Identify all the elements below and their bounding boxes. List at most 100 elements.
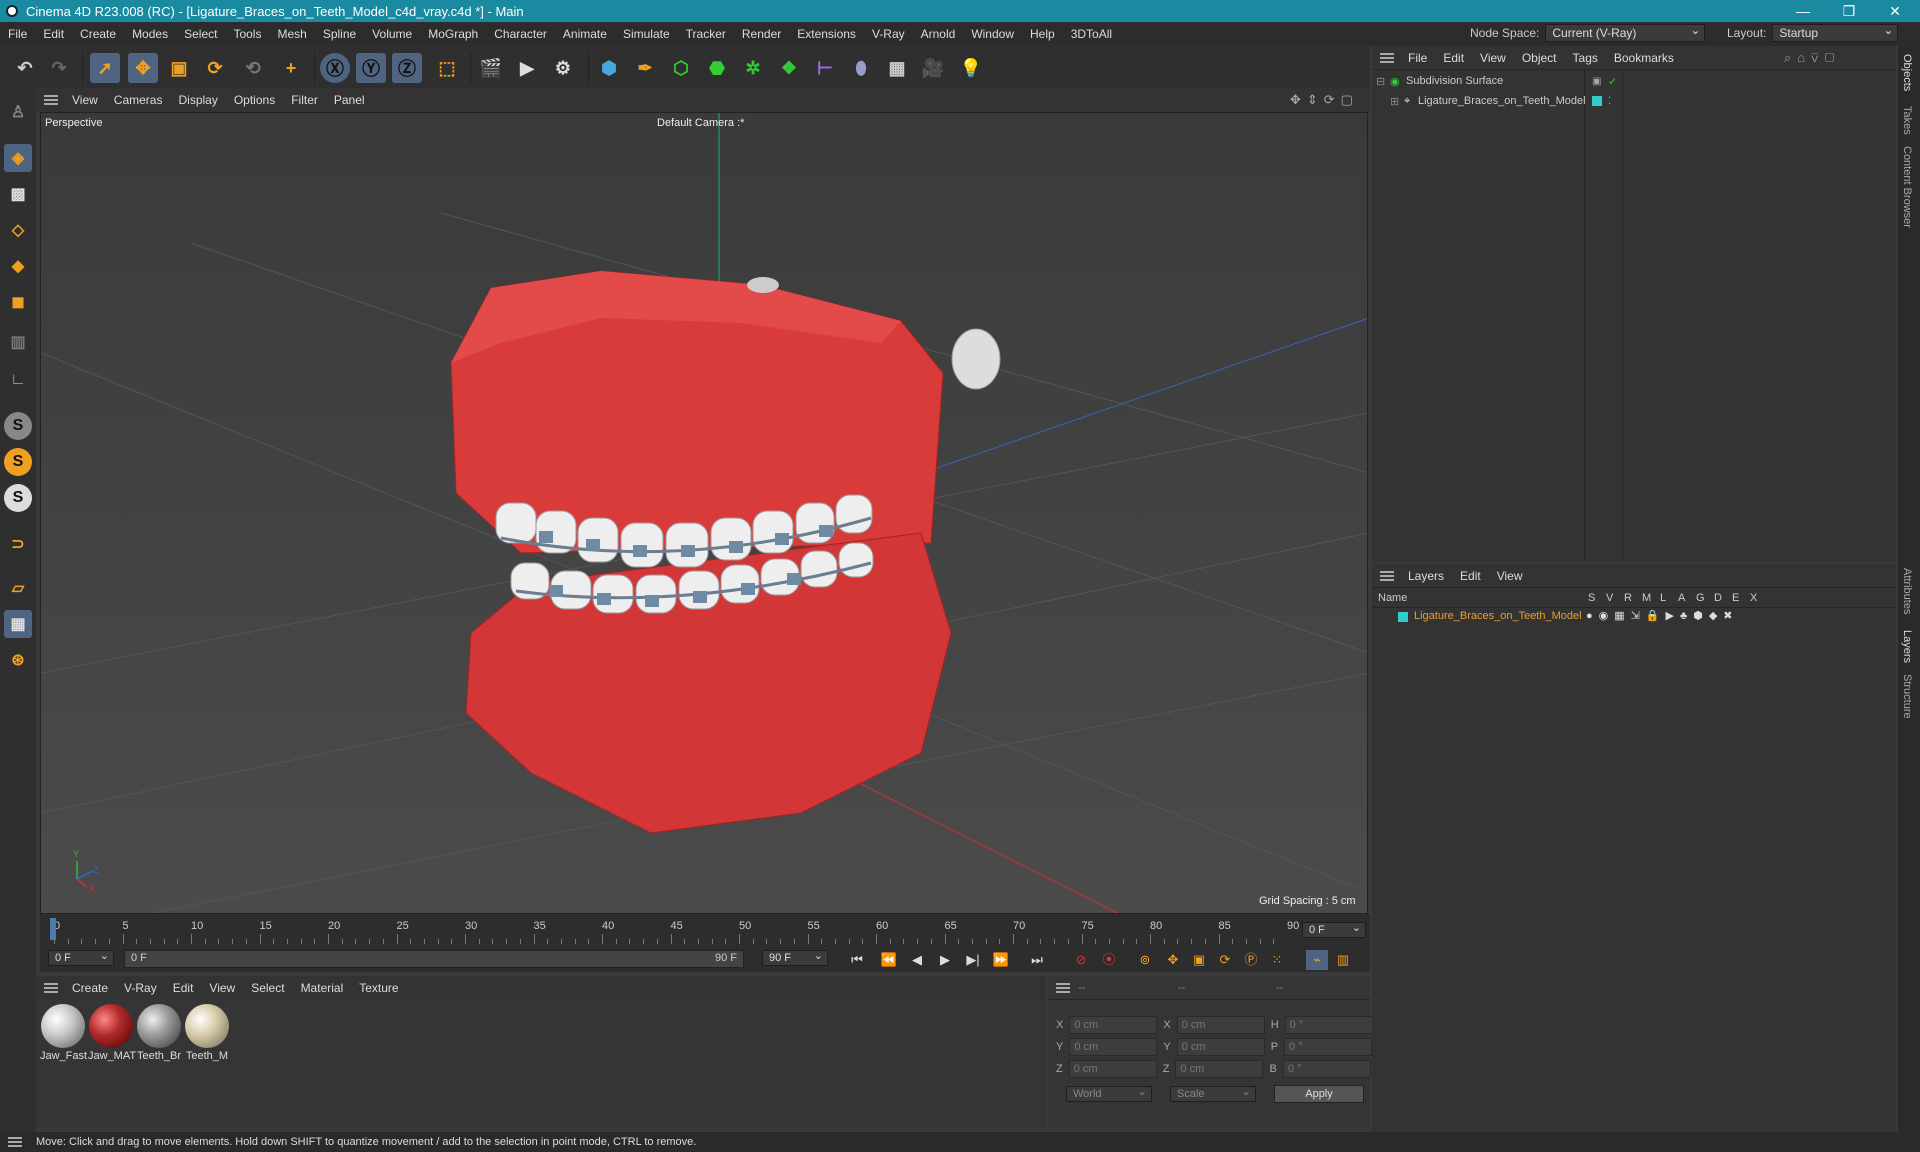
make-editable-icon[interactable]: ♙ [4,98,32,126]
menu-mesh[interactable]: Mesh [269,27,314,41]
start-frame-field[interactable]: 0 F [48,949,114,966]
tab-content-browser[interactable]: Content Browser [1901,146,1913,228]
object-row[interactable]: ⊞ ⌖ Ligature_Braces_on_Teeth_Model ⁚ [1390,92,1886,110]
object-row[interactable]: ⊟ ◉ Subdivision Surface ▣ ✓ [1376,72,1886,90]
edges-mode-icon[interactable]: ◆ [4,252,32,280]
object-menu-view[interactable]: View [1472,51,1514,65]
redo-icon[interactable]: ↷ [44,53,74,83]
menu-arnold[interactable]: Arnold [913,27,964,41]
material-swatch[interactable]: Teeth_Br [136,1004,182,1062]
previous-frame-icon[interactable]: ◀ [906,950,928,970]
object-menu-bookmarks[interactable]: Bookmarks [1606,51,1682,65]
cube-primitive-icon[interactable]: ⬢ [594,53,624,83]
key-scale-icon[interactable]: ▣ [1188,950,1210,970]
extrude-generator-icon[interactable]: ⬣ [702,53,732,83]
menu-edit[interactable]: Edit [35,27,72,41]
object-menu-edit[interactable]: Edit [1435,51,1472,65]
3d-viewport[interactable]: Perspective Default Camera :* Grid Spaci… [40,112,1368,914]
object-menu-object[interactable]: Object [1514,51,1565,65]
menu-simulate[interactable]: Simulate [615,27,678,41]
material-menu-material[interactable]: Material [293,981,352,995]
key-position-icon[interactable]: ✥ [1162,950,1184,970]
record-keys-icon[interactable]: ⊘ [1070,950,1092,970]
axis-mode-icon[interactable]: ∟ [4,366,32,394]
restore-button[interactable]: ❐ [1828,0,1870,22]
menu-select[interactable]: Select [176,27,225,41]
next-key-icon[interactable]: ⏩ [990,950,1012,970]
z-axis-lock-icon[interactable]: Ⓩ [392,53,422,83]
go-to-start-icon[interactable]: ⏮ [846,950,868,970]
material-menu-icon[interactable] [44,983,58,993]
material-menu-select[interactable]: Select [243,981,292,995]
tab-structure[interactable]: Structure [1901,674,1913,719]
object-menu-file[interactable]: File [1400,51,1435,65]
layer-color-swatch[interactable] [1398,612,1408,622]
tab-objects[interactable]: Objects [1901,54,1913,91]
menu-spline[interactable]: Spline [315,27,364,41]
layer-menu-edit[interactable]: Edit [1452,569,1489,583]
object-menu-icon[interactable] [1380,52,1394,63]
size-x-field[interactable]: 0 cm [1176,1016,1265,1034]
layer-color-tag[interactable] [1592,96,1602,106]
status-menu-icon[interactable] [8,1137,22,1147]
expand-icon[interactable]: ⊞ [1390,95,1404,108]
menu-help[interactable]: Help [1022,27,1063,41]
playhead[interactable] [50,918,56,940]
coordinates-menu-icon[interactable] [1056,982,1070,993]
menu-tracker[interactable]: Tracker [678,27,734,41]
menu-vray[interactable]: V-Ray [864,27,913,41]
frame-range-slider[interactable]: 0 F 90 F [124,950,744,968]
object-toolbar-icons[interactable]: ⌕⌂⊽▢ [1784,50,1840,66]
layer-menu-icon[interactable] [1380,570,1394,581]
menu-render[interactable]: Render [734,27,789,41]
menu-character[interactable]: Character [486,27,555,41]
enabled-check-icon[interactable]: ✓ [1608,75,1617,88]
close-button[interactable]: ✕ [1874,0,1916,22]
object-name[interactable]: Ligature_Braces_on_Teeth_Model [1418,95,1586,107]
material-menu-edit[interactable]: Edit [165,981,202,995]
material-swatch[interactable]: Jaw_Fast [40,1004,87,1062]
y-axis-lock-icon[interactable]: Ⓨ [356,53,386,83]
timeline-ruler[interactable]: 0 5 10 15 20 25 30 35 40 45 50 55 60 65 70 75 80 85 90 0 F [40,914,1370,948]
material-swatch[interactable]: Jaw_MAT [88,1004,136,1062]
layer-menu-view[interactable]: View [1489,569,1531,583]
tab-layers[interactable]: Layers [1901,630,1913,663]
snap-mode-icon[interactable]: S [4,484,32,512]
scale-tool-icon[interactable]: ▣ [164,53,194,83]
menu-3dtoall[interactable]: 3DToAll [1063,27,1120,41]
mograph-cloner-icon[interactable]: ✲ [738,53,768,83]
transform-tool-icon[interactable]: + [276,53,306,83]
viewport-nav-icons[interactable]: ✥⇕⟳▢ [1290,92,1359,108]
menu-window[interactable]: Window [963,27,1022,41]
visibility-dots-icon[interactable]: ⁚ [1608,96,1611,107]
model-mode-icon[interactable]: ◈ [4,144,32,172]
floor-object-icon[interactable]: ▦ [882,53,912,83]
go-to-end-icon[interactable]: ⏭ [1026,950,1048,970]
key-rotation-icon[interactable]: ⊚ [1134,950,1156,970]
layer-name[interactable]: Ligature_Braces_on_Teeth_Model [1414,610,1582,622]
snap-icon[interactable]: S [4,412,32,440]
deformer-icon[interactable]: ❖ [774,53,804,83]
timeline-window-icon[interactable]: ▥ [1332,950,1354,970]
previous-key-icon[interactable]: ⏪ [878,950,900,970]
rotation-p-field[interactable]: 0 ° [1284,1038,1373,1056]
rotation-h-field[interactable]: 0 ° [1284,1016,1373,1034]
menu-animate[interactable]: Animate [555,27,615,41]
object-name[interactable]: Subdivision Surface [1406,75,1503,87]
recent-tool-icon[interactable]: ⟲ [238,53,268,83]
solo-icon[interactable]: ⊛ [4,646,32,674]
layer-menu-layers[interactable]: Layers [1400,569,1452,583]
transform-mode-select[interactable]: Scale [1170,1085,1256,1102]
autokey-icon[interactable]: ⦿ [1098,950,1120,970]
end-frame-field[interactable]: 90 F [762,949,828,966]
material-menu-vray[interactable]: V-Ray [116,981,165,995]
current-frame-field[interactable]: 0 F [1302,921,1366,938]
layer-row[interactable]: Ligature_Braces_on_Teeth_Model ●◉▦⇲🔒▶♣⬢◆… [1372,608,1896,626]
viewport-menu-icon[interactable] [44,95,58,105]
uv-mode-icon[interactable]: ▥ [4,328,32,356]
undo-icon[interactable]: ↶ [10,53,40,83]
field-icon[interactable]: ⊢ [810,53,840,83]
menu-mograph[interactable]: MoGraph [420,27,486,41]
camera-object-icon[interactable]: 🎥 [918,53,948,83]
key-param-icon[interactable]: Ⓟ [1240,950,1262,970]
